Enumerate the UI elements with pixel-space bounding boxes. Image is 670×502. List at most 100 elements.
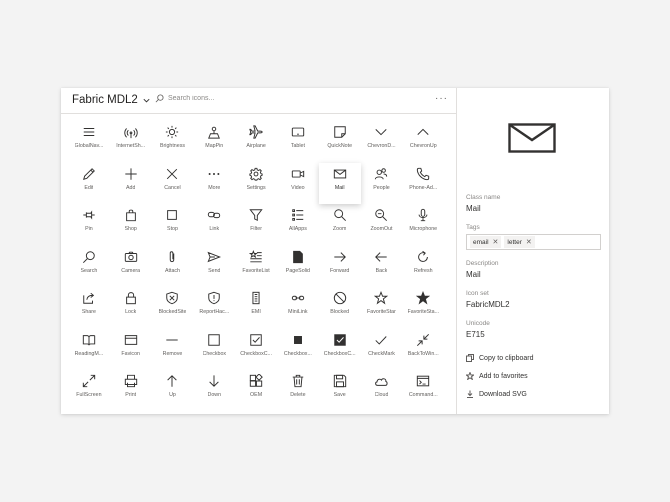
icon-tile-label: PageSolid [285,267,310,274]
icon-tile[interactable]: Add [110,163,152,205]
icon-tile[interactable]: Pin [68,204,110,246]
download-svg-button[interactable]: Download SVG [466,390,527,398]
icon-tile[interactable]: ChevronUp [402,121,444,163]
mini-link-icon [291,295,305,301]
icon-tile[interactable]: AllApps [277,204,319,246]
icon-tile[interactable]: Send [193,246,235,288]
icon-tile[interactable]: Filter [235,204,277,246]
icon-tile[interactable]: Zoom [319,204,361,246]
icon-tile[interactable]: MapPin [193,121,235,163]
icon-tile[interactable]: MiniLink [277,287,319,329]
copy-to-clipboard-button[interactable]: Copy to clipboard [466,354,533,362]
zoom-icon [333,209,346,222]
icon-tile[interactable]: Phone-Ad... [402,163,444,205]
more-icon [208,172,220,175]
icon-set-dropdown[interactable]: Fabric MDL2 [72,94,151,106]
icon-tile[interactable]: ChevronD... [361,121,403,163]
icon-tile[interactable]: Checkbox [193,329,235,371]
icon-tile[interactable]: FullScreen [68,370,110,412]
icon-tile[interactable]: Refresh [402,246,444,288]
icon-tile-label: AllApps [288,226,307,232]
share-icon [83,292,95,304]
icon-tile-label: Remove [162,350,183,357]
icon-tile[interactable]: ReadingM... [68,329,110,371]
icon-tile[interactable]: Microphone [402,204,444,246]
icon-tile[interactable]: Brightness [152,121,194,163]
icon-tile[interactable]: Cloud [361,370,403,412]
icon-tile[interactable]: FavoriteList [235,246,277,288]
icon-tile[interactable]: CheckboxC... [235,329,277,371]
icon-tile[interactable]: Edit [68,163,110,205]
icon-tile[interactable]: BackToWin... [402,329,444,371]
remove-tag-icon[interactable]: ✕ [493,238,499,246]
icon-tile[interactable]: Up [152,370,194,412]
icon-tile-label: FavoriteList [242,267,270,274]
icon-tile[interactable]: GlobalNav... [68,121,110,163]
icon-tile[interactable]: Back [361,246,403,288]
icon-tile[interactable]: Forward [319,246,361,288]
icon-tile[interactable]: Tablet [277,121,319,163]
add-to-favorites-button[interactable]: Add to favorites [466,372,528,380]
icon-tile[interactable]: People [361,163,403,205]
icon-tile-label: Video [291,184,305,191]
tags-input[interactable]: email ✕ letter ✕ [466,234,601,250]
icon-tile[interactable]: Mail [318,162,361,204]
icon-tile[interactable]: Command... [402,370,444,412]
refresh-icon [418,250,429,262]
link-icon [208,211,221,219]
favorite-star-icon [374,291,389,305]
icon-tile[interactable]: Delete [277,370,319,412]
command-prompt-icon [417,375,430,387]
remove-tag-icon[interactable]: ✕ [526,238,532,246]
icon-tile-label: CheckboxC... [323,350,356,357]
icon-tile[interactable]: FavoriteStar [361,287,403,329]
icon-tile[interactable]: Cancel [152,163,194,205]
icon-tile[interactable]: Video [277,163,319,205]
icon-tile[interactable]: ReportHac... [193,287,235,329]
icon-tile[interactable]: InternetSh... [110,121,152,163]
icon-tile[interactable]: OEM [235,370,277,412]
icon-tile-label: Refresh [414,267,433,274]
download-label: Download SVG [479,390,527,398]
icon-tile[interactable]: Stop [152,204,194,246]
icon-tile[interactable]: QuickNote [319,121,361,163]
icon-tile[interactable]: Shop [110,204,152,246]
icon-tile[interactable]: Airplane [235,121,277,163]
icon-tile[interactable]: Print [110,370,152,412]
more-options-button[interactable]: ··· [435,93,448,104]
icon-tile[interactable]: Checkbox... [277,329,319,371]
description-field: Description Mail [466,260,499,279]
icon-tile[interactable]: EMI [235,287,277,329]
icon-tile[interactable]: CheckboxC... [319,329,361,371]
chevron-up-icon [417,128,429,135]
icon-tile[interactable]: CheckMark [361,329,403,371]
icon-tile[interactable]: Attach [152,246,194,288]
search-icon [155,94,164,103]
page-solid-icon [293,250,303,263]
icon-tile[interactable]: PageSolid [277,246,319,288]
icon-tile[interactable]: Favicon [110,329,152,371]
icon-tile[interactable]: Remove [152,329,194,371]
icon-tile[interactable]: Lock [110,287,152,329]
icon-tile[interactable]: Settings [235,163,277,205]
icon-tile[interactable]: Blocked [319,287,361,329]
icon-tile[interactable]: Save [319,370,361,412]
cloud-icon [375,378,389,386]
icon-tile[interactable]: Link [193,204,235,246]
airplane-icon [249,125,263,139]
copy-icon [466,354,474,362]
video-icon [291,169,305,178]
icon-list-panel: Fabric MDL2 ··· GlobalNav... InternetSh..… [61,88,457,414]
icon-tile[interactable]: BlockedSite [152,287,194,329]
settings-icon [249,167,263,181]
icon-tile[interactable]: More [193,163,235,205]
icon-tile[interactable]: ZoomOut [361,204,403,246]
search-input[interactable] [168,95,318,102]
icon-tile[interactable]: FavoriteSta... [402,287,444,329]
icon-tile[interactable]: Camera [110,246,152,288]
microphone-icon [418,208,428,222]
icon-tile-label: Down [207,392,222,398]
icon-tile[interactable]: Share [68,287,110,329]
icon-tile[interactable]: Search [68,246,110,288]
icon-tile[interactable]: Down [193,370,235,412]
